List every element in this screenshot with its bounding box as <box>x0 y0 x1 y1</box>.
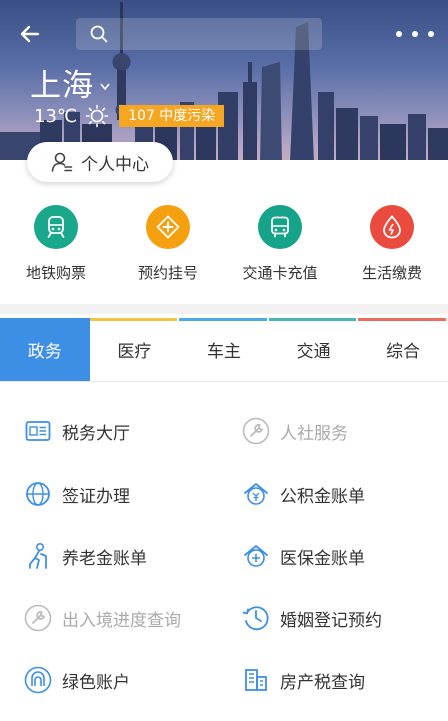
more-icon-dot <box>412 31 418 37</box>
temperature: 13℃ <box>34 105 78 127</box>
tab-label: 综合 <box>386 342 421 362</box>
tab-label: 交通 <box>296 342 331 362</box>
service-label: 签证办理 <box>62 486 130 507</box>
quick-service-label: 交通卡充值 <box>242 264 318 282</box>
tab-accent-bar <box>358 318 446 321</box>
search-icon <box>90 25 108 43</box>
section-divider <box>0 304 448 314</box>
service-label: 养老金账单 <box>62 548 147 569</box>
more-icon-dot <box>396 31 402 37</box>
elder-icon <box>24 542 52 570</box>
top-navigation-bar <box>0 14 448 54</box>
quick-service-label: 生活缴费 <box>361 264 422 282</box>
bus-card-icon <box>258 205 302 249</box>
service-label: 医保金账单 <box>280 548 365 569</box>
tab-label: 政务 <box>27 342 62 362</box>
service-housing-fund[interactable]: 公积金账单 <box>242 480 365 508</box>
category-tabs: 政务 医疗 车主 交通 综合 <box>0 318 448 382</box>
globe-icon <box>24 480 52 508</box>
service-exit-entry-progress[interactable]: 出入境进度查询 <box>24 604 181 632</box>
quick-service-label: 预约挂号 <box>137 264 198 282</box>
service-label: 税务大厅 <box>62 423 130 444</box>
tab-accent-bar <box>179 318 267 321</box>
search-bar[interactable] <box>76 18 322 50</box>
medical-insurance-icon <box>242 542 270 570</box>
service-tax-hall[interactable]: 税务大厅 <box>24 417 130 445</box>
tab-accent-bar <box>268 318 357 321</box>
utility-drop-icon <box>370 205 414 249</box>
service-label: 人社服务 <box>280 423 348 444</box>
tab-general[interactable]: 综合 <box>358 318 448 381</box>
caret-down-icon <box>100 83 110 90</box>
tab-label: 车主 <box>206 342 241 362</box>
house-fund-icon <box>242 480 270 508</box>
building-icon <box>242 666 270 694</box>
service-pension[interactable]: 养老金账单 <box>24 542 147 570</box>
service-label: 房产税查询 <box>280 672 365 693</box>
city-selector[interactable]: 上海 <box>30 60 110 105</box>
quick-service-transit-card-topup[interactable]: 交通卡充值 <box>224 205 336 295</box>
service-label: 绿色账户 <box>62 672 130 693</box>
service-social-security[interactable]: 人社服务 <box>242 417 348 445</box>
service-label: 婚姻登记预约 <box>280 610 382 631</box>
service-visa[interactable]: 签证办理 <box>24 480 130 508</box>
more-icon-dot <box>428 31 434 37</box>
tab-traffic[interactable]: 交通 <box>268 318 359 381</box>
tab-label: 医疗 <box>117 342 152 362</box>
quick-service-label: 地铁购票 <box>25 264 86 282</box>
quick-service-utility-payment[interactable]: 生活缴费 <box>336 205 448 295</box>
weather-info: 13℃ 107 中度污染 <box>34 104 225 128</box>
search-input[interactable] <box>116 26 306 42</box>
quick-services-row: 地铁购票 预约挂号 交通卡充值 生活缴费 <box>0 205 448 295</box>
tax-icon <box>24 417 52 445</box>
sun-icon <box>85 104 109 128</box>
tab-medical[interactable]: 医疗 <box>89 318 180 381</box>
personal-center-label: 个人中心 <box>81 154 149 175</box>
service-green-account[interactable]: 绿色账户 <box>24 666 130 694</box>
service-marriage-registration[interactable]: 婚姻登记预约 <box>242 604 382 632</box>
back-arrow-icon <box>20 25 40 43</box>
service-label: 公积金账单 <box>280 486 365 507</box>
wrench-icon <box>242 417 270 445</box>
more-options-button[interactable] <box>396 18 434 50</box>
clock-history-icon <box>242 604 270 632</box>
service-label: 出入境进度查询 <box>62 610 181 631</box>
green-account-icon <box>24 666 52 694</box>
tab-government[interactable]: 政务 <box>0 318 90 381</box>
wrench-icon <box>24 604 52 632</box>
back-button[interactable] <box>14 18 46 50</box>
city-name: 上海 <box>30 68 94 104</box>
service-property-tax[interactable]: 房产税查询 <box>242 666 365 694</box>
quick-service-hospital-appointment[interactable]: 预约挂号 <box>112 205 224 295</box>
metro-train-icon <box>34 205 78 249</box>
air-quality-badge: 107 中度污染 <box>119 105 225 127</box>
user-profile-icon <box>51 152 73 172</box>
service-medical-insurance[interactable]: 医保金账单 <box>242 542 365 570</box>
tab-car-owner[interactable]: 车主 <box>179 318 269 381</box>
tab-accent-bar <box>89 318 178 321</box>
medical-cross-icon <box>146 205 190 249</box>
personal-center-button[interactable]: 个人中心 <box>27 142 173 182</box>
quick-service-metro-ticket[interactable]: 地铁购票 <box>0 205 112 295</box>
